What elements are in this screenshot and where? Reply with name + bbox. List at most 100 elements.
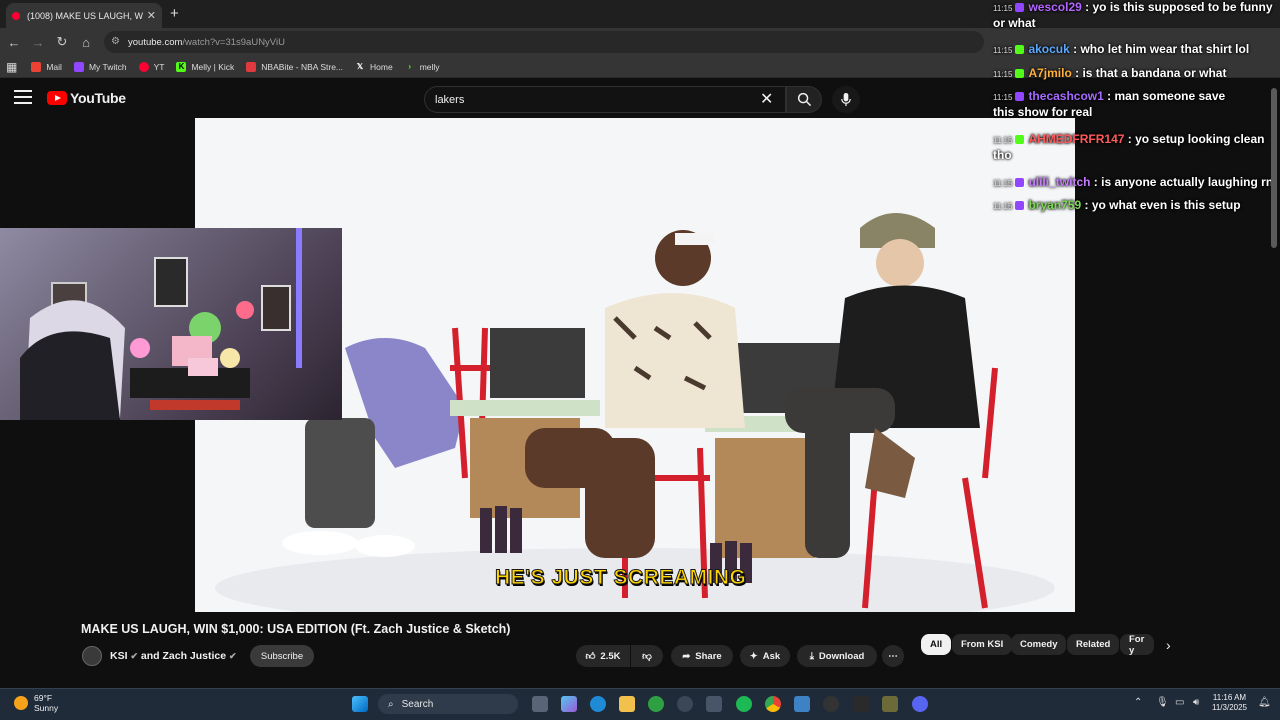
- chrome-icon[interactable]: [765, 696, 781, 712]
- microphone-icon: [841, 92, 851, 107]
- nba-icon: [246, 61, 257, 72]
- tab-close-icon[interactable]: ✕: [147, 9, 156, 22]
- chat-text: : who let him wear that shirt lol: [1073, 42, 1250, 56]
- kick-icon: ›: [408, 62, 412, 71]
- bookmark-6[interactable]: › melly: [405, 62, 439, 72]
- bookmark-0[interactable]: Mail: [31, 61, 62, 72]
- forward-icon[interactable]: →: [26, 35, 50, 50]
- bookmark-4[interactable]: NBABite - NBA Stre...: [246, 61, 343, 72]
- url-path: /watch?v=31s9aUNyViU: [182, 36, 285, 48]
- bookmark-2[interactable]: YT: [138, 61, 165, 72]
- edge-icon[interactable]: [590, 696, 606, 712]
- file-explorer-icon[interactable]: [619, 696, 635, 712]
- windows-start-icon[interactable]: [352, 696, 368, 712]
- twitch-badge-icon: [1015, 178, 1025, 187]
- youtube-logo[interactable]: YouTube: [47, 90, 126, 106]
- hamburger-menu-icon[interactable]: [14, 90, 32, 104]
- chat-username: wescol29: [1028, 0, 1082, 14]
- search-button[interactable]: [786, 86, 822, 113]
- ask-label: Ask: [762, 650, 781, 662]
- media-player-icon[interactable]: [823, 696, 839, 712]
- bookmark-3[interactable]: K Melly | Kick: [176, 61, 235, 72]
- more-icon: ⋯: [888, 650, 898, 662]
- browser-tab[interactable]: (1008) MAKE US LAUGH, W ✕: [6, 3, 162, 28]
- bookmark-1[interactable]: My Twitch: [73, 61, 127, 72]
- dislike-button[interactable]: 👎︎: [631, 645, 663, 667]
- bookmark-label: Melly | Kick: [191, 61, 235, 72]
- photos-icon[interactable]: [794, 696, 810, 712]
- sparkle-icon: ✦: [749, 650, 758, 662]
- share-label: Share: [695, 650, 722, 662]
- twitch-badge-icon: [1015, 3, 1025, 12]
- x-icon: 𝕏: [356, 62, 364, 71]
- xbox-icon[interactable]: [648, 696, 664, 712]
- page-scrollbar[interactable]: [1271, 88, 1277, 248]
- video-caption: HE'S JUST SCREAMING: [494, 566, 747, 590]
- thumbs-up-icon: 👍︎: [585, 651, 596, 662]
- chevron-right-icon[interactable]: ›: [1166, 637, 1171, 653]
- download-button[interactable]: ⤓ Download: [797, 645, 877, 667]
- subscribe-button[interactable]: Subscribe: [250, 645, 314, 667]
- site-info-icon[interactable]: ⚙: [111, 36, 120, 47]
- youtube-favicon-icon: [12, 11, 20, 20]
- clock-time: 11:16 AM: [1212, 693, 1247, 702]
- volume-icon[interactable]: 🔊︎: [1193, 697, 1199, 708]
- chip-all[interactable]: All: [921, 634, 952, 655]
- chat-message: 11:15 akocuk : who let him wear that shir…: [993, 42, 1278, 58]
- taskbar-search[interactable]: ⌕ Search: [378, 694, 518, 714]
- bookmark-label: YT: [153, 61, 165, 72]
- steam-icon[interactable]: [677, 696, 693, 712]
- bookmark-5[interactable]: 𝕏 Home: [355, 62, 393, 72]
- voice-search-button[interactable]: [832, 86, 860, 113]
- share-button[interactable]: ➦ Share: [671, 645, 733, 667]
- weather-widget[interactable]: 69°F Sunny: [14, 693, 58, 713]
- apps-grid-icon[interactable]: ▦: [6, 60, 17, 74]
- youtube-play-icon: [47, 91, 67, 105]
- microphone-tray-icon[interactable]: 🎙︎: [1156, 697, 1169, 708]
- system-clock[interactable]: 11:16 AM 11/3/2025: [1212, 693, 1247, 713]
- more-actions-button[interactable]: ⋯: [882, 645, 904, 667]
- address-bar[interactable]: youtube.com/watch?v=31s9aUNyViU: [104, 31, 984, 53]
- chip-from-ksi[interactable]: From KSI: [952, 634, 1013, 655]
- windows-taskbar: [0, 688, 1280, 720]
- notification-bell-icon[interactable]: 🔔︎: [1258, 697, 1271, 708]
- ask-button[interactable]: ✦ Ask: [740, 645, 790, 667]
- channel-avatar[interactable]: [82, 646, 102, 666]
- chip-comedy[interactable]: Comedy: [1011, 634, 1067, 655]
- spotify-icon[interactable]: [736, 696, 752, 712]
- search-input[interactable]: lakers: [424, 86, 786, 113]
- task-view-icon[interactable]: [532, 696, 548, 712]
- chip-related[interactable]: Related: [1067, 634, 1120, 655]
- obs-icon[interactable]: [853, 696, 869, 712]
- network-icon[interactable]: ▭: [1175, 697, 1184, 708]
- kick-badge-icon: [1015, 69, 1025, 78]
- twitch-badge-icon: [1015, 201, 1025, 210]
- search-icon: ⌕: [388, 698, 394, 710]
- discord-icon[interactable]: [912, 696, 928, 712]
- channel-names[interactable]: KSI ✔ and Zach Justice ✔: [110, 650, 237, 662]
- chat-text: : yo setup looking clean: [1127, 132, 1265, 146]
- tray-chevron-icon[interactable]: ⌃: [1134, 697, 1142, 708]
- chip-for-you[interactable]: For y: [1120, 634, 1154, 655]
- chat-text: : man someone save: [1107, 89, 1226, 103]
- app-icon[interactable]: [882, 696, 898, 712]
- reload-icon[interactable]: ↻: [50, 34, 74, 50]
- collab-channel-name[interactable]: and Zach Justice: [141, 650, 226, 662]
- like-button[interactable]: 👍︎ 2.5K: [576, 645, 630, 667]
- store-icon[interactable]: [706, 696, 722, 712]
- download-label: Download: [818, 650, 865, 662]
- chat-message: 11:15 A7jmilo : is that a bandana or what: [993, 66, 1278, 82]
- chat-message: 11:15 AHMEDFRFR147 : yo setup looking cle…: [993, 132, 1278, 163]
- copilot-icon[interactable]: [561, 696, 577, 712]
- clear-search-icon[interactable]: ✕: [760, 89, 773, 109]
- thumbs-down-icon: 👎︎: [642, 651, 652, 662]
- new-tab-icon[interactable]: +: [170, 5, 179, 22]
- back-icon[interactable]: ←: [2, 35, 26, 50]
- channel-name[interactable]: KSI: [110, 650, 128, 662]
- youtube-icon: [138, 61, 149, 72]
- chat-text: : is anyone actually laughing rn: [1093, 175, 1274, 189]
- home-icon[interactable]: ⌂: [74, 35, 98, 50]
- chat-message: 11:15 wescol29 : yo is this supposed to b…: [993, 0, 1278, 31]
- chat-message: 11:15 thecashcow1 : man someone save this …: [993, 89, 1278, 120]
- chat-text: : yo what even is this setup: [1084, 198, 1241, 212]
